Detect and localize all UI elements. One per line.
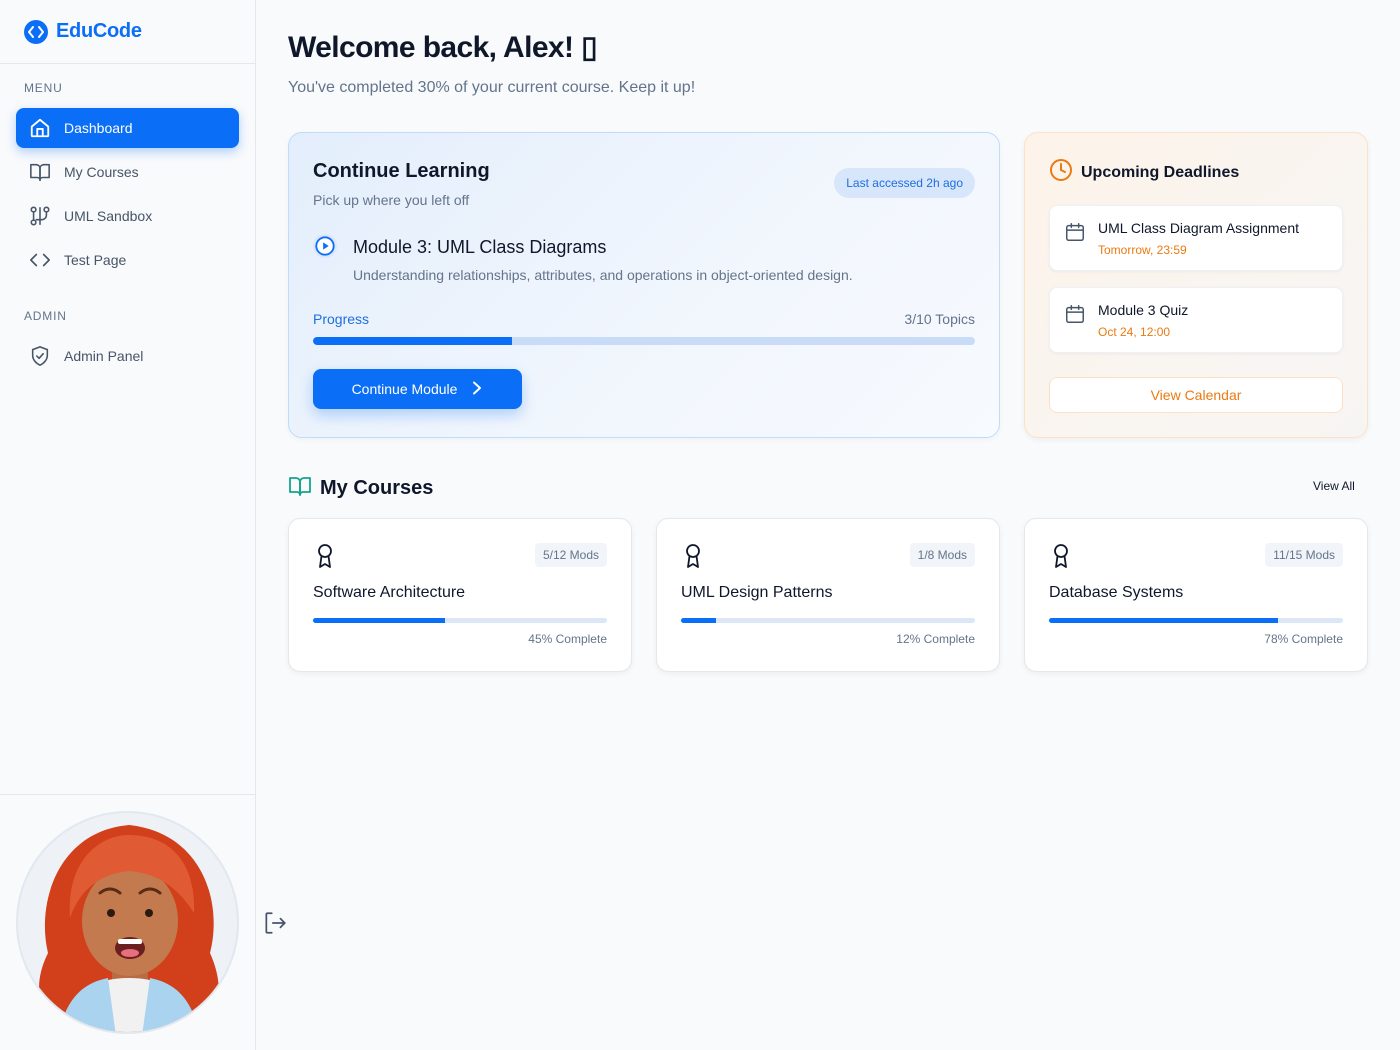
- course-modules-badge: 1/8 Mods: [909, 543, 975, 567]
- award-icon: [681, 543, 705, 574]
- admin-section-label: ADMIN: [24, 309, 67, 323]
- deadline-name: UML Class Diagram Assignment: [1098, 220, 1299, 236]
- course-progress-fill: [681, 618, 717, 623]
- course-progress-fill: [313, 618, 446, 623]
- code-logo-icon: [24, 19, 48, 44]
- view-calendar-button[interactable]: View Calendar: [1049, 377, 1343, 413]
- menu-section-label: MENU: [24, 81, 63, 95]
- course-name: Database Systems: [1049, 584, 1184, 601]
- sidebar-footer: [0, 794, 255, 1050]
- course-card[interactable]: 11/15 Mods Database Systems 78% Complete: [1024, 518, 1368, 672]
- clock-icon: [1049, 158, 1073, 187]
- course-progress-fill: [1049, 618, 1279, 623]
- sidebar-item-test-page[interactable]: Test Page: [16, 240, 239, 280]
- chevron-right-icon: [471, 381, 483, 398]
- course-modules-badge: 11/15 Mods: [1265, 543, 1343, 567]
- my-courses-header: My Courses: [288, 474, 433, 503]
- sidebar-item-dashboard[interactable]: Dashboard: [16, 108, 239, 148]
- deadlines-header: Upcoming Deadlines: [1049, 158, 1239, 187]
- sidebar-item-admin-panel[interactable]: Admin Panel: [16, 336, 239, 376]
- book-icon: [28, 160, 52, 184]
- deadlines-title: Upcoming Deadlines: [1081, 163, 1240, 181]
- deadline-item[interactable]: UML Class Diagram Assignment Tomorrow, 2…: [1049, 205, 1343, 271]
- calendar-icon: [1064, 221, 1086, 248]
- avatar[interactable]: [16, 811, 239, 1034]
- award-icon: [1049, 543, 1073, 574]
- brand[interactable]: EduCode: [0, 0, 255, 64]
- course-progress-bar: [681, 618, 975, 623]
- my-courses-title: My Courses: [320, 477, 434, 499]
- calendar-icon: [1064, 303, 1086, 330]
- sidebar-item-label: Dashboard: [64, 120, 133, 136]
- last-accessed-badge: Last accessed 2h ago: [834, 168, 975, 198]
- book-open-icon: [288, 474, 312, 503]
- home-icon: [28, 116, 52, 140]
- course-card[interactable]: 5/12 Mods Software Architecture 45% Comp…: [288, 518, 632, 672]
- play-circle-icon: [313, 234, 337, 258]
- course-complete-text: 45% Complete: [528, 632, 607, 646]
- shield-check-icon: [28, 344, 52, 368]
- continue-learning-subtitle: Pick up where you left off: [313, 192, 470, 208]
- continue-module-label: Continue Module: [351, 381, 458, 397]
- course-name: UML Design Patterns: [681, 584, 833, 601]
- sidebar-item-label: UML Sandbox: [64, 208, 153, 224]
- course-name: Software Architecture: [313, 584, 466, 601]
- progress-label: Progress: [313, 311, 370, 327]
- course-complete-text: 12% Complete: [896, 632, 975, 646]
- deadline-time: Tomorrow, 23:59: [1098, 243, 1187, 257]
- continue-module-button[interactable]: Continue Module: [313, 369, 522, 409]
- module-title: Module 3: UML Class Diagrams: [353, 237, 607, 257]
- sidebar-item-label: Test Page: [64, 252, 127, 268]
- continue-learning-card: Continue Learning Pick up where you left…: [288, 132, 1000, 438]
- progress-count: 3/10 Topics: [904, 311, 975, 327]
- course-complete-text: 78% Complete: [1264, 632, 1343, 646]
- award-icon: [313, 543, 337, 574]
- continue-learning-title: Continue Learning: [313, 160, 490, 182]
- sidebar: EduCode MENU Dashboard My Courses UML Sa…: [0, 0, 256, 1050]
- page-subtitle: You've completed 30% of your current cou…: [288, 79, 696, 96]
- upcoming-deadlines-card: Upcoming Deadlines UML Class Diagram Ass…: [1024, 132, 1368, 438]
- page-title: Welcome back, Alex! ▯: [288, 31, 598, 64]
- deadline-name: Module 3 Quiz: [1098, 302, 1189, 318]
- course-progress-bar: [1049, 618, 1343, 623]
- brand-name: EduCode: [56, 20, 142, 42]
- sidebar-item-label: Admin Panel: [64, 348, 144, 364]
- sidebar-item-label: My Courses: [64, 164, 139, 180]
- module-progress-fill: [313, 337, 512, 345]
- deadline-time: Oct 24, 12:00: [1098, 325, 1171, 339]
- deadline-item[interactable]: Module 3 Quiz Oct 24, 12:00: [1049, 287, 1343, 353]
- diagram-icon: [28, 204, 52, 228]
- sidebar-item-uml-sandbox[interactable]: UML Sandbox: [16, 196, 239, 236]
- view-all-link[interactable]: View All: [1313, 479, 1355, 493]
- module-description: Understanding relationships, attributes,…: [353, 267, 853, 283]
- course-modules-badge: 5/12 Mods: [534, 543, 607, 567]
- logout-icon[interactable]: [262, 910, 288, 936]
- code-icon: [28, 248, 52, 272]
- sidebar-item-my-courses[interactable]: My Courses: [16, 152, 239, 192]
- course-card[interactable]: 1/8 Mods UML Design Patterns 12% Complet…: [656, 518, 1000, 672]
- module-progress-bar: [313, 337, 975, 345]
- course-progress-bar: [313, 618, 607, 623]
